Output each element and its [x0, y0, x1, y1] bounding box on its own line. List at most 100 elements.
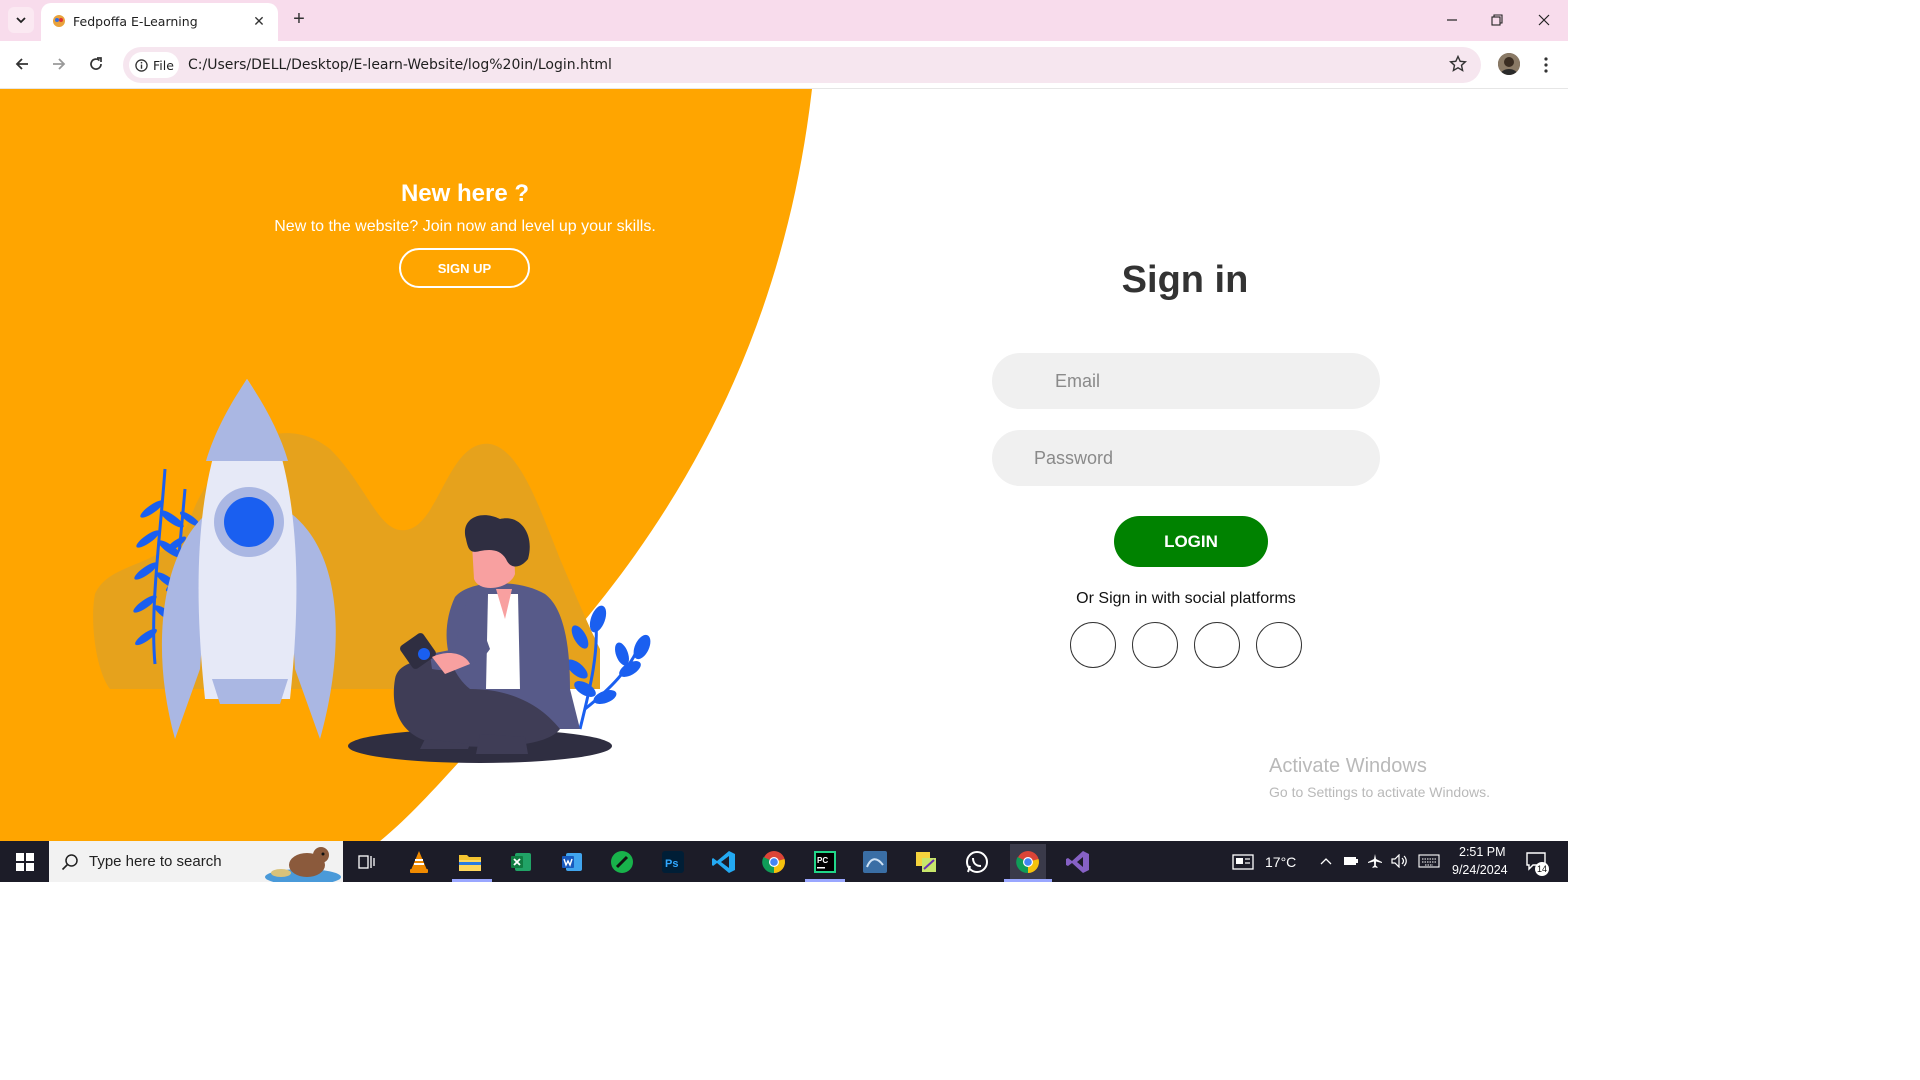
otter-search-highlight-icon [265, 847, 341, 882]
rocket [161, 379, 336, 739]
minimize-icon [1447, 19, 1457, 21]
file-explorer-active-indicator [452, 879, 492, 882]
task-view-button[interactable] [353, 847, 383, 877]
back-button[interactable] [9, 51, 35, 77]
keyboard-icon[interactable] [1418, 854, 1440, 868]
social-button-4[interactable] [1256, 622, 1302, 668]
activate-windows-watermark: Activate Windows Go to Settings to activ… [1269, 755, 1490, 800]
browser-tab-bar: Fedpoffa E-Learning ✕ + [0, 0, 1568, 41]
visual-studio-icon [1066, 851, 1089, 873]
battery-icon[interactable] [1343, 855, 1359, 867]
taskbar-chrome[interactable] [759, 847, 789, 877]
taskbar-green-app[interactable] [607, 847, 637, 877]
taskbar-excel[interactable] [506, 847, 536, 877]
clock-time[interactable]: 2:51 PM [1459, 845, 1506, 859]
search-icon [61, 854, 78, 871]
taskbar-pycharm[interactable]: PC [810, 847, 840, 877]
browser-toolbar: File C:/Users/DELL/Desktop/E-learn-Websi… [0, 41, 1568, 89]
address-bar[interactable]: File C:/Users/DELL/Desktop/E-learn-Websi… [123, 47, 1481, 83]
info-icon [135, 58, 148, 72]
chrome-icon [762, 851, 785, 874]
excel-icon [511, 853, 531, 871]
browser-tab[interactable]: Fedpoffa E-Learning ✕ [41, 3, 278, 41]
email-field[interactable] [992, 353, 1380, 409]
minimize-button[interactable] [1437, 6, 1467, 34]
email-field-wrapper [992, 353, 1380, 409]
restore-icon [1491, 14, 1503, 26]
tab-search-button[interactable] [8, 7, 34, 33]
taskbar-file-explorer[interactable] [455, 847, 485, 877]
login-button[interactable]: LOGIN [1114, 516, 1268, 567]
social-button-1[interactable] [1070, 622, 1116, 668]
taskbar-chrome-active[interactable] [1010, 844, 1046, 880]
social-button-3[interactable] [1194, 622, 1240, 668]
news-widget-icon[interactable] [1232, 854, 1254, 870]
new-tab-button[interactable]: + [288, 8, 310, 30]
forward-button[interactable] [46, 51, 72, 77]
windows-logo-icon [15, 852, 34, 871]
social-signin-text: Or Sign in with social platforms [1076, 590, 1296, 607]
reload-button[interactable] [83, 51, 109, 77]
password-field[interactable] [992, 430, 1380, 486]
notification-center-button[interactable]: 14 [1525, 851, 1549, 876]
taskbar-search-box[interactable]: Type here to search [49, 841, 343, 882]
rocket-person-illustration [93, 379, 651, 763]
database-workbench-icon [863, 851, 887, 873]
green-pen-app-icon [611, 851, 633, 873]
task-view-icon [358, 855, 375, 869]
taskbar-vlc[interactable] [404, 847, 434, 877]
vlc-cone-icon [410, 851, 428, 873]
windows-taskbar: Type here to search Ps PC 17°C 2:51 PM 9… [0, 841, 1568, 882]
url-text[interactable]: C:/Users/DELL/Desktop/E-learn-Website/lo… [188, 57, 612, 73]
password-field-wrapper [992, 430, 1380, 486]
taskbar-photoshop[interactable]: Ps [658, 847, 688, 877]
notification-count-badge: 14 [1535, 862, 1549, 876]
close-icon [1538, 14, 1550, 26]
svg-text:Ps: Ps [665, 858, 678, 870]
arrow-right-icon [53, 58, 66, 70]
pycharm-active-indicator [805, 879, 845, 882]
sign-in-title: Sign in [1121, 259, 1249, 301]
folder-icon [459, 855, 481, 871]
chrome-icon [1016, 851, 1039, 874]
sticky-notes-icon [916, 852, 936, 872]
pycharm-icon: PC [814, 851, 836, 873]
taskbar-visual-studio[interactable] [1063, 847, 1093, 877]
chevron-down-icon [16, 17, 26, 24]
taskbar-word[interactable] [557, 847, 587, 877]
taskbar-whatsapp[interactable] [962, 847, 992, 877]
site-favicon-icon [53, 15, 65, 27]
bookmark-star-icon[interactable] [1449, 55, 1467, 73]
login-page: New here ? New to the website? Join now … [0, 89, 1568, 841]
more-vertical-icon [1544, 57, 1548, 73]
site-info-label: File [153, 57, 174, 73]
svg-text:PC: PC [817, 856, 828, 865]
tab-close-icon[interactable]: ✕ [250, 12, 268, 30]
chrome-active-indicator [1004, 879, 1052, 882]
chevron-up-icon[interactable] [1320, 856, 1332, 866]
profile-avatar[interactable] [1498, 53, 1520, 75]
site-info-chip[interactable]: File [129, 52, 179, 78]
taskbar-vscode[interactable] [709, 847, 739, 877]
tab-title: Fedpoffa E-Learning [73, 14, 198, 29]
taskbar-search-placeholder: Type here to search [89, 853, 222, 870]
activate-windows-title: Activate Windows [1269, 755, 1427, 777]
clock-date[interactable]: 9/24/2024 [1452, 863, 1508, 877]
photoshop-icon: Ps [662, 851, 684, 873]
restore-button[interactable] [1482, 6, 1512, 34]
airplane-mode-icon[interactable] [1367, 853, 1383, 869]
close-window-button[interactable] [1529, 6, 1559, 34]
word-icon [562, 853, 582, 871]
taskbar-sticky-app[interactable] [911, 847, 941, 877]
vscode-icon [712, 851, 735, 873]
weather-temperature[interactable]: 17°C [1265, 854, 1296, 870]
arrow-left-icon [15, 58, 28, 70]
volume-icon[interactable] [1391, 854, 1409, 868]
taskbar-mysql-workbench[interactable] [860, 847, 890, 877]
activate-windows-subtitle: Go to Settings to activate Windows. [1269, 784, 1490, 800]
start-button[interactable] [0, 841, 49, 882]
browser-menu-button[interactable] [1536, 54, 1556, 76]
social-button-2[interactable] [1132, 622, 1178, 668]
avatar-icon [1498, 53, 1520, 75]
whatsapp-icon [966, 851, 988, 873]
